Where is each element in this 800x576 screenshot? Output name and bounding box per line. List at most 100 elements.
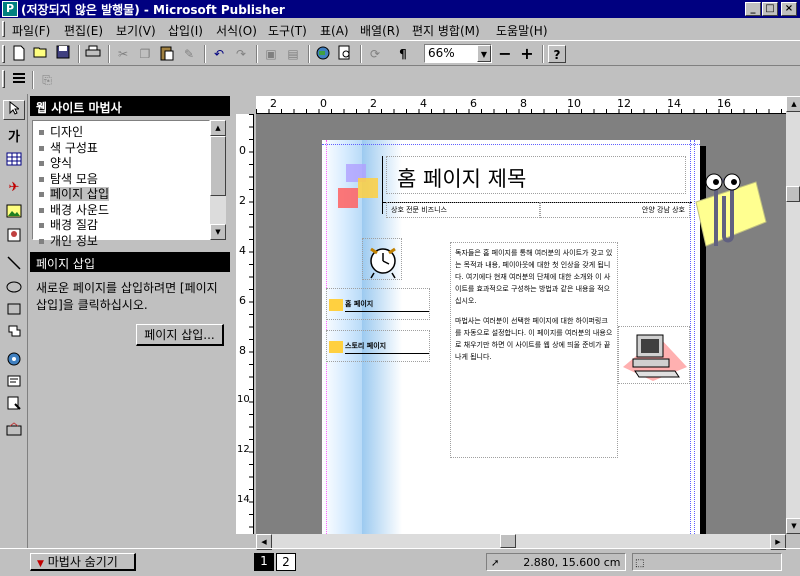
send-to-back-icon[interactable]: ▤ <box>284 45 302 63</box>
page-logo-graphic[interactable] <box>336 158 382 216</box>
ruler-corner[interactable] <box>236 96 256 114</box>
page-2-button[interactable]: 2 <box>276 553 296 571</box>
toolbar-grip[interactable] <box>2 70 5 88</box>
zoom-select[interactable]: 66% ▼ <box>424 44 492 63</box>
print-preview-icon[interactable] <box>336 45 354 63</box>
properties-icon[interactable]: ⎘ <box>38 71 56 89</box>
clock-icon <box>370 247 396 279</box>
body-text-frame[interactable]: 독자들은 홈 페이지를 통해 여러분의 사이트가 갖고 있는 목적과 내용, 페… <box>450 242 618 458</box>
cut-icon[interactable]: ✂ <box>114 45 132 63</box>
publication-page[interactable]: 홈 페이지 제목 상호 전문 비즈니스 안양 강남 상호 홈 페이지 스토리 페… <box>322 140 706 546</box>
undo-icon[interactable]: ↶ <box>210 45 228 63</box>
table-frame-tool-icon[interactable] <box>3 152 25 172</box>
redo-icon[interactable]: ↷ <box>232 45 250 63</box>
page-title-frame[interactable]: 홈 페이지 제목 <box>386 156 686 194</box>
wizard-option[interactable]: 디자인 <box>33 123 209 139</box>
insert-page-button[interactable]: 페이지 삽입... <box>136 324 224 346</box>
pilcrow-icon[interactable]: ¶ <box>394 45 412 63</box>
vertical-scrollbar[interactable]: ▲ ▼ <box>786 96 800 534</box>
computer-clipart-frame[interactable] <box>618 326 690 384</box>
zoom-out-button[interactable]: − <box>496 45 514 63</box>
position-value: 2.880, 15.600 cm <box>523 556 621 569</box>
custom-shapes-tool-icon[interactable] <box>3 324 25 344</box>
hide-wizard-button[interactable]: ▼ 마법사 숨기기 <box>30 553 136 571</box>
menu-tools[interactable]: 도구(T) <box>268 22 307 39</box>
scroll-down-icon[interactable]: ▼ <box>210 224 226 240</box>
ruler-label: 6 <box>239 294 246 307</box>
menu-table[interactable]: 표(A) <box>320 22 349 39</box>
form-control-tool-icon[interactable] <box>3 374 25 394</box>
ruler-label: 8 <box>239 344 246 357</box>
bring-to-front-icon[interactable]: ▣ <box>262 45 280 63</box>
horizontal-ruler[interactable]: 2 0 2 4 6 8 10 12 14 16 <box>256 96 786 114</box>
copy-icon[interactable]: ❐ <box>136 45 154 63</box>
wizard-list-scrollbar[interactable]: ▲ ▼ <box>210 120 226 240</box>
nav-marker-icon <box>329 341 343 353</box>
subtitle-right-frame[interactable]: 안양 강남 상호 <box>540 202 690 218</box>
wordart-tool-icon[interactable]: ✈ <box>3 178 25 198</box>
scrollbar-corner <box>786 534 800 548</box>
toolbar-grip[interactable] <box>2 45 5 63</box>
oval-tool-icon[interactable] <box>3 280 25 300</box>
html-code-tool-icon[interactable] <box>3 396 25 416</box>
menu-view[interactable]: 보기(V) <box>116 22 156 39</box>
align-icon[interactable] <box>10 71 28 89</box>
menu-edit[interactable]: 편집(E) <box>64 22 103 39</box>
page-1-button[interactable]: 1 <box>254 553 274 571</box>
wizard-option[interactable]: 탐색 모음 <box>33 170 209 186</box>
nav-item-home[interactable]: 홈 페이지 <box>326 288 430 320</box>
paste-icon[interactable] <box>158 45 176 63</box>
menu-file[interactable]: 파일(F) <box>12 22 50 39</box>
scroll-thumb[interactable] <box>500 534 516 548</box>
open-icon[interactable] <box>32 45 50 63</box>
ruler-label: 10 <box>237 394 250 405</box>
ruler-label: 4 <box>420 97 427 110</box>
scroll-down-icon[interactable]: ▼ <box>786 518 800 534</box>
horizontal-scrollbar[interactable]: ◀ ▶ <box>256 534 786 550</box>
zoom-in-button[interactable]: + <box>518 45 536 63</box>
nav-item-story[interactable]: 스토리 페이지 <box>326 330 430 362</box>
text-frame-tool-icon[interactable]: 가 <box>3 128 25 148</box>
web-preview-icon[interactable] <box>314 45 332 63</box>
menu-mail-merge[interactable]: 편지 병합(M) <box>412 22 480 39</box>
close-button[interactable]: × <box>781 2 797 16</box>
help-button[interactable]: ? <box>548 45 566 63</box>
wizard-option[interactable]: 배경 질감 <box>33 216 209 232</box>
pointer-tool-icon[interactable] <box>3 100 25 120</box>
objects-toolbar: 가 ✈ <box>0 94 28 548</box>
clip-gallery-tool-icon[interactable] <box>3 228 25 248</box>
print-icon[interactable] <box>84 45 102 63</box>
format-painter-icon[interactable]: ✎ <box>180 45 198 63</box>
minimize-button[interactable]: _ <box>745 2 761 16</box>
design-gallery-tool-icon[interactable] <box>3 422 25 442</box>
office-assistant-clippy[interactable] <box>676 162 772 254</box>
save-icon[interactable] <box>54 45 72 63</box>
publisher-app-icon[interactable]: P <box>2 1 18 17</box>
scroll-up-icon[interactable]: ▲ <box>210 120 226 136</box>
scroll-thumb[interactable] <box>786 186 800 202</box>
wizard-option[interactable]: 색 구성표 <box>33 139 209 155</box>
picture-frame-tool-icon[interactable] <box>3 204 25 224</box>
maximize-button[interactable]: □ <box>762 2 778 16</box>
wizard-option[interactable]: 배경 사운드 <box>33 201 209 217</box>
menu-help[interactable]: 도움말(H) <box>496 22 548 39</box>
line-tool-icon[interactable] <box>3 256 25 276</box>
hot-spot-tool-icon[interactable] <box>3 352 25 372</box>
hyperlink-icon[interactable]: ⟳ <box>366 45 384 63</box>
new-icon[interactable] <box>10 45 28 63</box>
scroll-up-icon[interactable]: ▲ <box>786 96 800 112</box>
menu-format[interactable]: 서식(O) <box>216 22 257 39</box>
pane-splitter[interactable] <box>30 244 230 247</box>
clock-clipart-frame[interactable] <box>362 238 402 280</box>
menu-arrange[interactable]: 배열(R) <box>360 22 400 39</box>
menu-grip[interactable] <box>2 21 5 37</box>
rectangle-tool-icon[interactable] <box>3 302 25 322</box>
title-divider <box>382 156 383 214</box>
vertical-ruler[interactable]: 0 2 4 6 8 10 12 14 <box>236 114 254 534</box>
wizard-option-selected[interactable]: 페이지 삽입 <box>33 185 209 201</box>
chevron-down-icon[interactable]: ▼ <box>477 45 491 62</box>
wizard-option[interactable]: 양식 <box>33 154 209 170</box>
subtitle-left-frame[interactable]: 상호 전문 비즈니스 <box>386 202 540 218</box>
menu-insert[interactable]: 삽입(I) <box>168 22 203 39</box>
scroll-thumb[interactable] <box>210 136 226 196</box>
